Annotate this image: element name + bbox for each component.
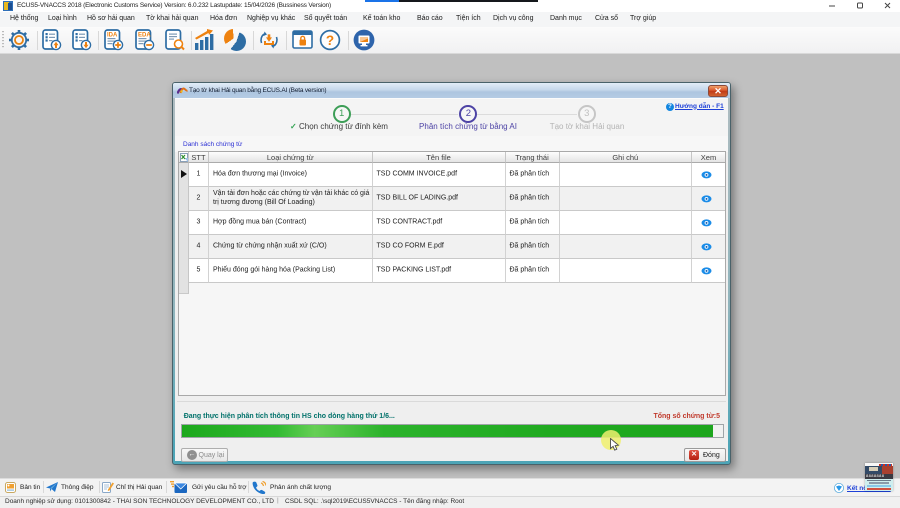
- svg-text:EDA: EDA: [138, 33, 151, 39]
- svg-text:?: ?: [326, 33, 334, 48]
- svg-text:IDA: IDA: [107, 33, 118, 39]
